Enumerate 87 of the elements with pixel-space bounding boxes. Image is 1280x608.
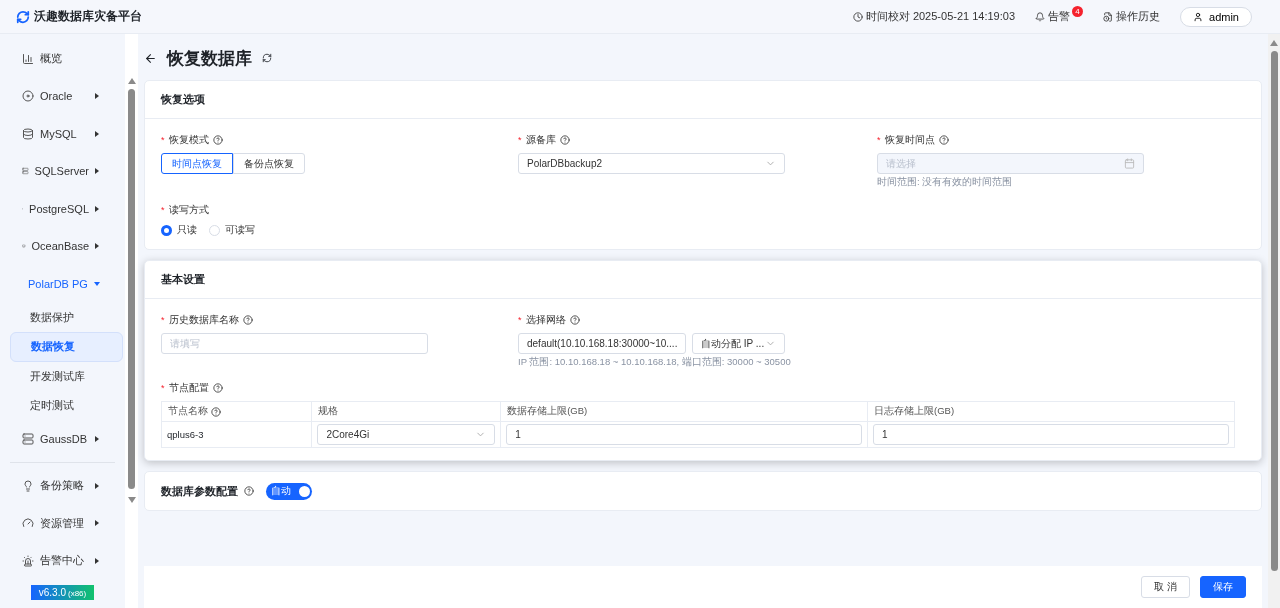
field-label: 选择网络 <box>525 313 566 327</box>
help-icon <box>938 135 949 145</box>
scrollbar-thumb[interactable] <box>1270 51 1278 571</box>
alerts-link[interactable]: 告警 <box>1048 9 1071 24</box>
table-cell: qplus6-3 <box>161 421 312 448</box>
auto-toggle[interactable]: 自动 <box>266 482 312 500</box>
card-title: 恢复选项 <box>161 92 205 107</box>
required-mark: * <box>161 315 165 325</box>
gauge-icon <box>22 517 34 530</box>
version-badge: v6.3.0 (x86) <box>30 585 95 600</box>
sidebar-subitem[interactable]: 开发测试库 <box>10 361 123 391</box>
radio-option[interactable]: 只读 <box>161 223 197 237</box>
sidebar-item[interactable]: 告警中心 <box>10 542 115 580</box>
log-limit-field[interactable]: 1 <box>873 424 1229 445</box>
required-mark: * <box>877 135 881 145</box>
required-mark: * <box>518 315 522 325</box>
sidebar-item[interactable]: 备份策略 <box>10 467 115 505</box>
page-title: 恢复数据库 <box>167 47 252 70</box>
sidebar-subitem[interactable]: 数据保护 <box>10 302 123 332</box>
help-icon <box>212 135 223 145</box>
field-label: 读写方式 <box>168 203 209 217</box>
calendar-icon <box>1124 158 1135 169</box>
field-hint: IP 范围: 10.10.168.18 ~ 10.10.168.18, 端口范围: 30000 ~ 30500 <box>518 356 792 369</box>
column-header: 规格 <box>318 405 339 418</box>
required-mark: * <box>518 135 522 145</box>
column-header: 数据存储上限(GB) <box>507 405 588 418</box>
lightbulb-icon <box>22 479 34 492</box>
bell-icon <box>1035 11 1046 22</box>
card-title: 数据库参数配置 <box>161 483 238 499</box>
save-button[interactable]: 保存 <box>1200 576 1246 598</box>
help-icon <box>559 135 570 145</box>
app-name: 沃趣数据库灾备平台 <box>34 8 142 25</box>
document-clock-icon <box>1103 11 1114 22</box>
field-label: 恢复时间点 <box>884 133 935 147</box>
sidebar-subitem[interactable]: 定时测试 <box>10 391 123 421</box>
radio-option[interactable]: 可读写 <box>209 223 255 237</box>
back-icon[interactable] <box>144 51 157 65</box>
column-header: 日志存储上限(GB) <box>874 405 955 418</box>
help-icon <box>212 383 223 393</box>
sidebar-subitem[interactable]: 数据恢复 <box>10 332 123 362</box>
cancel-button[interactable]: 取 消 <box>1141 576 1190 598</box>
scroll-up-arrow[interactable] <box>127 78 136 84</box>
sidebar-item[interactable]: GaussDB <box>10 420 115 458</box>
help-icon <box>242 315 253 325</box>
history-link[interactable]: 操作历史 <box>1116 9 1161 24</box>
required-mark: * <box>161 205 165 215</box>
mode-option[interactable]: 时间点恢复 <box>161 153 233 174</box>
field-label: 节点配置 <box>168 381 209 395</box>
sidebar-item[interactable]: SQLServer <box>10 152 115 190</box>
network-select[interactable]: default(10.10.168.18:30000~10.... <box>518 333 686 354</box>
scroll-down-arrow[interactable] <box>127 497 136 503</box>
alert-count: 4 <box>1072 6 1084 17</box>
card-title: 基本设置 <box>161 272 205 287</box>
refresh-icon[interactable] <box>262 53 272 63</box>
field-label: 历史数据库名称 <box>168 313 239 327</box>
sidebar-item[interactable]: OceanBase <box>10 227 115 265</box>
clock-icon <box>852 11 863 22</box>
disc-icon <box>22 90 34 103</box>
field-hint: 时间范围: 没有有效的时间范围 <box>877 176 1014 189</box>
column-header: 节点名称 <box>168 405 208 418</box>
database-icon <box>22 127 34 140</box>
sidebar-item[interactable]: Oracle <box>10 77 115 115</box>
bar-chart-icon <box>22 52 34 65</box>
sidebar-item[interactable]: MySQL <box>10 115 115 153</box>
user-button[interactable]: admin <box>1180 6 1252 27</box>
required-mark: * <box>161 383 165 393</box>
server-icon <box>22 433 34 446</box>
sidebar-item[interactable]: PolarDB PG <box>10 265 115 303</box>
mode-option[interactable]: 备份点恢复 <box>233 153 305 174</box>
source-select[interactable]: PolarDBbackup2 <box>518 153 785 174</box>
required-mark: * <box>161 135 165 145</box>
ip-select[interactable]: 自动分配 IP ... <box>692 333 785 354</box>
scroll-up-arrow[interactable] <box>1270 40 1278 46</box>
sidebar-item[interactable]: 概览 <box>10 40 115 78</box>
help-icon <box>244 486 254 496</box>
spec-select[interactable]: 2Core4Gi <box>317 424 496 445</box>
scrollbar-thumb[interactable] <box>128 89 135 489</box>
siren-icon <box>22 554 34 567</box>
sidebar-item[interactable]: PostgreSQL <box>10 190 115 228</box>
time-check: 时间校对 2025-05-21 14:19:03 <box>865 9 1016 24</box>
sidebar-item[interactable]: 资源管理 <box>10 504 115 542</box>
data-limit-field[interactable]: 1 <box>506 424 863 445</box>
logo-icon <box>16 9 30 24</box>
help-icon <box>569 315 580 325</box>
field-label: 源备库 <box>525 133 556 147</box>
user-icon <box>1193 11 1204 22</box>
field-label: 恢复模式 <box>168 133 209 147</box>
